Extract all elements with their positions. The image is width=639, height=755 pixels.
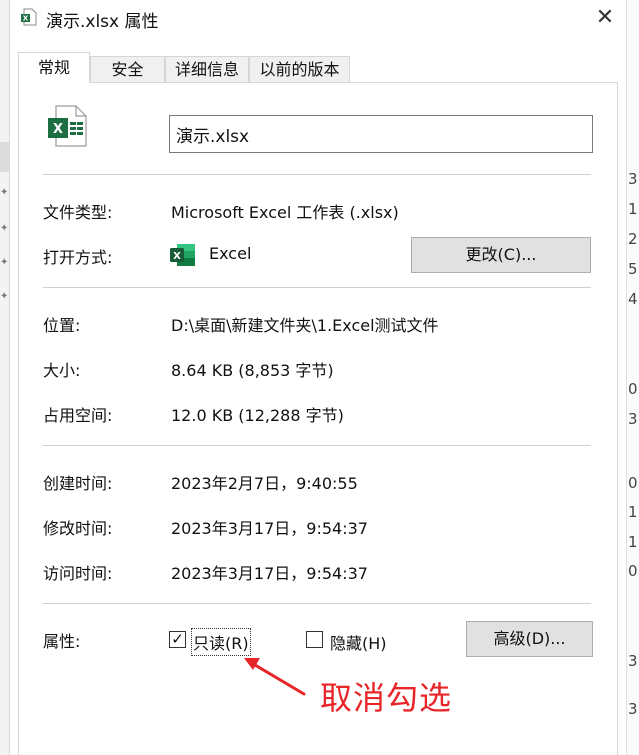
created-label: 创建时间: — [43, 474, 113, 493]
bg-digit: 1 — [628, 503, 638, 521]
bg-digit: 3 — [628, 410, 638, 428]
excel-app-icon: X — [170, 244, 195, 266]
size-label: 大小: — [43, 361, 81, 380]
pin-icon: ✦ — [0, 257, 9, 268]
background-window-right: 3 1 2 5 4 0 3 0 1 1 0 3 3 — [626, 0, 639, 755]
svg-text:X: X — [173, 251, 181, 262]
accessed-value: 2023年3月17日，9:54:37 — [171, 564, 368, 583]
separator — [43, 287, 591, 288]
svg-text:X: X — [23, 15, 29, 23]
close-icon: ✕ — [595, 5, 615, 30]
background-window-left: ✦ ✦ ✦ ✦ — [0, 0, 10, 755]
opens-with-value: Excel — [209, 244, 252, 263]
window-title: 演示.xlsx 属性 — [46, 12, 159, 32]
size-value: 8.64 KB (8,853 字节) — [171, 361, 334, 380]
bg-digit: 3 — [628, 170, 638, 188]
modified-value: 2023年3月17日，9:54:37 — [171, 519, 368, 538]
bg-digit: 3 — [628, 700, 638, 718]
annotation-text: 取消勾选 — [320, 679, 453, 717]
tab-details[interactable]: 详细信息 — [165, 56, 249, 82]
close-button[interactable]: ✕ — [590, 4, 620, 32]
location-value: D:\桌面\新建文件夹\1.Excel测试文件 — [171, 316, 439, 335]
file-name-input[interactable] — [169, 115, 593, 153]
location-label: 位置: — [43, 316, 81, 335]
annotation-arrow-icon — [244, 658, 306, 696]
properties-dialog: X 演示.xlsx 属性 ✕ 常规 安全 详细信息 以前的版本 X 文件类型: … — [10, 0, 626, 755]
readonly-checkbox[interactable]: ✓ — [169, 631, 186, 648]
hidden-label[interactable]: 隐藏(H) — [330, 630, 387, 654]
bg-digit: 0 — [628, 380, 638, 398]
bg-digit: 5 — [628, 260, 638, 278]
bg-digit: 2 — [628, 230, 638, 248]
tab-security[interactable]: 安全 — [90, 56, 165, 82]
tab-previous-versions[interactable]: 以前的版本 — [249, 56, 350, 82]
pin-icon: ✦ — [0, 187, 9, 198]
tab-strip: 常规 安全 详细信息 以前的版本 — [18, 52, 618, 83]
title-bar: X 演示.xlsx 属性 ✕ — [10, 0, 626, 36]
pin-icon: ✦ — [0, 291, 9, 302]
created-value: 2023年2月7日，9:40:55 — [171, 474, 358, 493]
bg-digit: 1 — [628, 533, 638, 551]
modified-label: 修改时间: — [43, 519, 113, 538]
bg-digit: 1 — [628, 200, 638, 218]
advanced-button[interactable]: 高级(D)... — [466, 621, 593, 657]
pin-icon: ✦ — [0, 223, 9, 234]
tab-general[interactable]: 常规 — [18, 52, 90, 83]
separator — [43, 445, 591, 446]
background-selection-strip — [0, 142, 9, 172]
checkmark-icon: ✓ — [171, 630, 184, 648]
file-type-value: Microsoft Excel 工作表 (.xlsx) — [171, 203, 399, 222]
accessed-label: 访问时间: — [43, 564, 113, 583]
change-button[interactable]: 更改(C)... — [411, 237, 591, 273]
file-icon-letter: X — [53, 122, 63, 137]
excel-file-icon: X — [48, 105, 87, 147]
hidden-checkbox[interactable] — [306, 631, 323, 648]
bg-digit: 3 — [628, 652, 638, 670]
excel-file-icon: X — [21, 8, 37, 26]
bg-digit: 0 — [628, 474, 638, 492]
attributes-label: 属性: — [43, 632, 81, 651]
file-type-label: 文件类型: — [43, 203, 113, 222]
opens-with-label: 打开方式: — [43, 248, 113, 267]
bg-digit: 0 — [628, 562, 638, 580]
separator — [43, 174, 591, 175]
size-on-disk-label: 占用空间: — [43, 406, 113, 425]
size-on-disk-value: 12.0 KB (12,288 字节) — [171, 406, 344, 425]
separator — [43, 603, 591, 604]
bg-digit: 4 — [628, 290, 638, 308]
